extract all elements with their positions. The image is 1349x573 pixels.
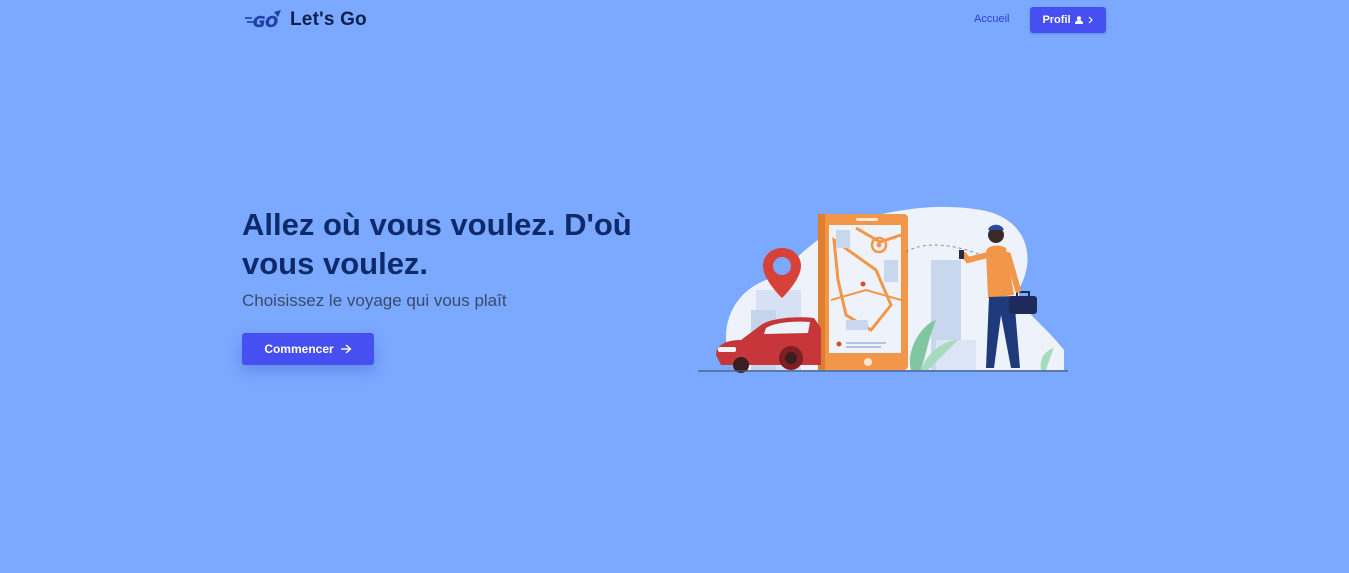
map-pin-icon [836, 341, 842, 347]
profile-button-label: Profil [1042, 14, 1071, 26]
landing-page: GO Let's Go Accueil Profil Allez où vous… [0, 0, 1349, 573]
brand-name: Let's Go [290, 9, 367, 30]
briefcase [1009, 296, 1037, 314]
svg-text:GO: GO [253, 13, 278, 31]
chevron-right-icon [1088, 16, 1093, 24]
arrow-right-icon [340, 344, 352, 354]
user-icon [1074, 16, 1083, 24]
brand-link[interactable]: GO Let's Go [244, 8, 367, 32]
hero-subtitle: Choisissez le voyage qui vous plaît [242, 291, 507, 310]
map-pin-icon [860, 281, 866, 287]
start-button[interactable]: Commencer [242, 333, 374, 365]
hero-title: Allez où vous voulez. D'où vous voulez. [242, 207, 632, 281]
map-block [884, 260, 898, 282]
nav-link-home[interactable]: Accueil [974, 13, 1009, 25]
go-logo-icon: GO [245, 10, 281, 31]
hero-illustration [698, 206, 1068, 373]
start-button-label: Commencer [264, 342, 334, 356]
phone-in-hand [959, 250, 964, 259]
profile-button[interactable]: Profil [1030, 7, 1106, 33]
phone-home-button [864, 358, 872, 366]
top-navbar: GO Let's Go Accueil Profil [0, 0, 1349, 42]
map-block [836, 230, 850, 248]
phone-speaker [856, 218, 878, 221]
car-headlight [718, 347, 736, 352]
map-block [846, 320, 868, 330]
